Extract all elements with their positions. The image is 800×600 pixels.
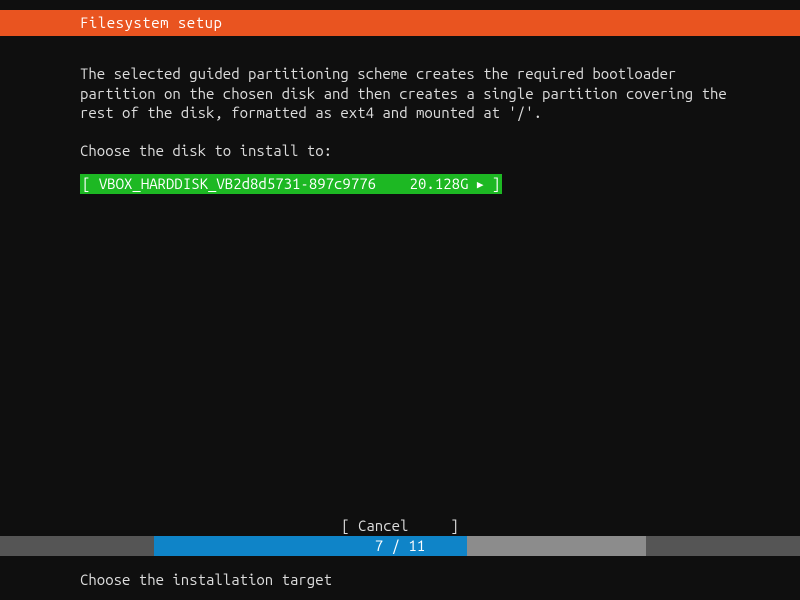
disk-label: VBOX_HARDDISK_VB2d8d5731-897c9776 [99,175,376,192]
choose-disk-prompt: Choose the disk to install to: [80,141,740,161]
disk-option-0[interactable]: [ VBOX_HARDDISK_VB2d8d5731-897c9776 20.1… [80,174,502,194]
progress-label: 7 / 11 [0,536,800,556]
description-text: The selected guided partitioning scheme … [80,64,740,123]
installer-screen: Filesystem setup The selected guided par… [0,0,800,600]
disk-size: 20.128G [410,175,469,192]
cancel-button[interactable]: [ Cancel ] [341,517,459,534]
header-bar: Filesystem setup [0,10,800,36]
page-title: Filesystem setup [80,14,222,31]
cancel-row: [ Cancel ] [0,517,800,534]
footer-hint: Choose the installation target [80,571,332,588]
body: The selected guided partitioning scheme … [80,64,740,194]
progress-bar: 7 / 11 [0,536,800,556]
